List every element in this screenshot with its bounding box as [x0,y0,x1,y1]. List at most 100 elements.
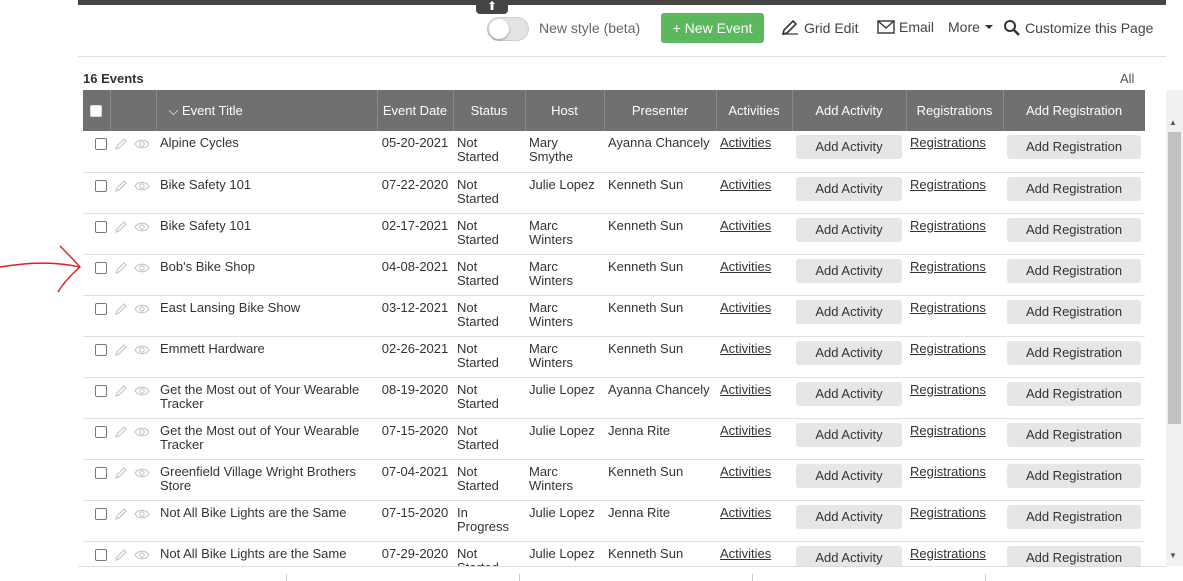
scrollbar-thumb[interactable] [1168,132,1181,424]
eye-icon[interactable] [134,548,150,562]
registrations-link[interactable]: Registrations [910,505,986,520]
row-checkbox[interactable] [95,138,107,150]
edit-icon[interactable] [114,425,128,439]
eye-icon[interactable] [134,261,150,275]
customize-page-button[interactable]: Customize this Page [1003,19,1153,37]
activities-cell: Activities [716,336,792,378]
add-activity-cell: Add Activity [792,131,906,173]
registrations-link[interactable]: Registrations [910,259,986,274]
registrations-link[interactable]: Registrations [910,218,986,233]
registrations-link[interactable]: Registrations [910,177,986,192]
registrations-link[interactable]: Registrations [910,546,986,561]
edit-icon[interactable] [114,179,128,193]
column-header-host[interactable]: Host [525,90,605,131]
new-event-button[interactable]: + New Event [661,13,764,43]
registrations-link[interactable]: Registrations [910,135,986,150]
add-activity-button[interactable]: Add Activity [796,217,902,242]
column-header-status[interactable]: Status [453,90,526,131]
edit-icon[interactable] [114,548,128,562]
column-header-title[interactable]: ⌵ Event Title [156,90,378,131]
add-registration-button[interactable]: Add Registration [1007,504,1141,529]
eye-icon[interactable] [134,466,150,480]
registrations-link[interactable]: Registrations [910,423,986,438]
row-checkbox[interactable] [95,466,107,479]
eye-icon[interactable] [134,302,150,316]
add-activity-button[interactable]: Add Activity [796,463,902,488]
add-activity-button[interactable]: Add Activity [796,504,902,529]
add-activity-button[interactable]: Add Activity [796,258,902,283]
select-all-checkbox[interactable] [90,104,103,117]
add-registration-button[interactable]: Add Registration [1007,135,1141,159]
registrations-link[interactable]: Registrations [910,341,986,356]
row-checkbox[interactable] [95,343,107,356]
add-registration-button[interactable]: Add Registration [1007,258,1141,283]
edit-icon[interactable] [114,507,128,521]
registrations-link[interactable]: Registrations [910,300,986,315]
row-checkbox[interactable] [95,507,107,520]
activities-link[interactable]: Activities [720,464,771,479]
all-link[interactable]: All [1120,71,1134,86]
activities-link[interactable]: Activities [720,423,771,438]
add-registration-button[interactable]: Add Registration [1007,340,1141,365]
registrations-link[interactable]: Registrations [910,382,986,397]
column-header-activities[interactable]: Activities [716,90,793,131]
column-header-presenter[interactable]: Presenter [604,90,717,131]
row-checkbox[interactable] [95,261,107,274]
add-registration-button[interactable]: Add Registration [1007,545,1141,566]
edit-icon[interactable] [114,343,128,357]
new-style-toggle[interactable] [487,17,529,41]
edit-icon[interactable] [114,261,128,275]
add-activity-button[interactable]: Add Activity [796,422,902,447]
activities-link[interactable]: Activities [720,218,771,233]
row-checkbox[interactable] [95,179,107,192]
add-activity-button[interactable]: Add Activity [796,299,902,324]
edit-icon[interactable] [114,220,128,234]
scroll-up-arrow[interactable]: ▲ [1169,118,1177,127]
activities-link[interactable]: Activities [720,300,771,315]
edit-icon[interactable] [114,384,128,398]
activities-link[interactable]: Activities [720,382,771,397]
column-header-date[interactable]: Event Date [377,90,454,131]
row-checkbox[interactable] [95,302,107,315]
add-activity-button[interactable]: Add Activity [796,381,902,406]
column-header-registrations[interactable]: Registrations [906,90,1004,131]
edit-icon[interactable] [114,137,128,151]
add-activity-button[interactable]: Add Activity [796,545,902,566]
row-checkbox[interactable] [95,384,107,397]
column-header-add-activity[interactable]: Add Activity [792,90,907,131]
activities-link[interactable]: Activities [720,177,771,192]
activities-link[interactable]: Activities [720,259,771,274]
more-dropdown[interactable]: More [948,19,994,35]
add-registration-button[interactable]: Add Registration [1007,381,1141,406]
grid-edit-button[interactable]: Grid Edit [780,19,858,37]
add-registration-button[interactable]: Add Registration [1007,217,1141,242]
row-checkbox[interactable] [95,548,107,561]
add-activity-button[interactable]: Add Activity [796,340,902,365]
eye-icon[interactable] [134,425,150,439]
activities-link[interactable]: Activities [720,546,771,561]
add-activity-button[interactable]: Add Activity [796,135,902,159]
edit-icon[interactable] [114,466,128,480]
activities-link[interactable]: Activities [720,505,771,520]
scroll-down-arrow[interactable]: ▼ [1169,551,1177,560]
add-registration-button[interactable]: Add Registration [1007,176,1141,201]
add-registration-button[interactable]: Add Registration [1007,422,1141,447]
registrations-link[interactable]: Registrations [910,464,986,479]
add-registration-button[interactable]: Add Registration [1007,463,1141,488]
edit-icon[interactable] [114,302,128,316]
eye-icon[interactable] [134,220,150,234]
eye-icon[interactable] [134,343,150,357]
email-button[interactable]: Email [877,19,934,35]
add-activity-button[interactable]: Add Activity [796,176,902,201]
add-registration-button[interactable]: Add Registration [1007,299,1141,324]
column-header-add-registration[interactable]: Add Registration [1003,90,1145,131]
activities-link[interactable]: Activities [720,341,771,356]
row-checkbox[interactable] [95,220,107,233]
eye-icon[interactable] [134,384,150,398]
row-checkbox[interactable] [95,425,107,438]
status-cell: Not Started [453,459,525,501]
eye-icon[interactable] [134,507,150,521]
eye-icon[interactable] [134,179,150,193]
activities-link[interactable]: Activities [720,135,771,150]
eye-icon[interactable] [134,137,150,151]
